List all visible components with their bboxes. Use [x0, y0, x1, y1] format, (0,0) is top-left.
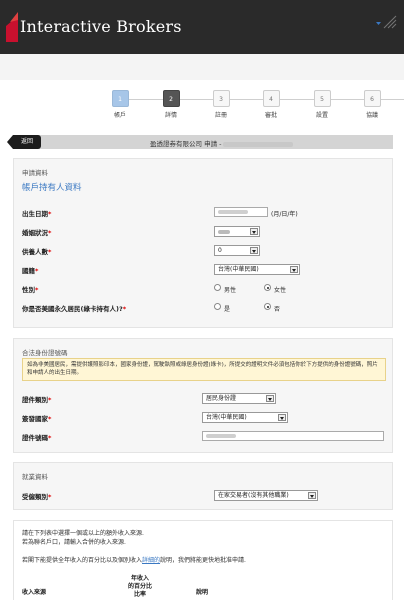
gender-female-radio[interactable] [264, 284, 271, 291]
step-6[interactable]: 6 協議 [352, 90, 392, 119]
step-label: 審批 [264, 112, 277, 119]
section-title: 就業資料 [22, 473, 48, 481]
form-title-text: 盈透證券有限公司 申請 - [150, 140, 222, 148]
marital-status-select[interactable] [214, 226, 260, 237]
issuing-country-select[interactable]: 台灣(中華民國) [202, 412, 288, 423]
chevron-down-icon [250, 228, 258, 235]
doc-type-select[interactable]: 居民身份證 [202, 393, 276, 404]
form-title: 盈透證券有限公司 申請 - [150, 138, 294, 148]
permanent-resident-label: 你是否美國永久居民(綠卡持有人)?* [22, 305, 127, 313]
dependents-label: 供養人數* [22, 248, 52, 256]
brand-name: Interactive Brokers [20, 17, 182, 36]
step-number: 4 [262, 90, 280, 107]
step-number: 3 [212, 90, 230, 107]
step-label: 詳情 [164, 112, 177, 119]
income-instruction-1: 請在下列表中選擇一個或以上的額外收入來源. [22, 530, 144, 537]
nationality-select[interactable]: 台灣(中華民國) [214, 264, 300, 275]
chevron-down-icon [266, 395, 274, 402]
applicant-section: 申請資料 帳戶持有人資料 出生日期* (月/日/年) 婚姻狀況* 供養人數* 0… [13, 158, 393, 328]
identity-notice: 如為非美國居民，需提供護照影印本，國家身份證，駕駛執照或綠居身份證(綠卡)，所提… [22, 358, 386, 381]
chevron-down-icon [250, 247, 258, 254]
step-3[interactable]: 3 註冊 [201, 90, 241, 119]
gender-male-label: 男性 [224, 287, 237, 294]
dob-input[interactable] [214, 207, 268, 217]
dob-format-hint: (月/日/年) [271, 211, 298, 218]
identity-section: 合法身份證號碼 如為非美國居民，需提供護照影印本，國家身份證，駕駛執照或綠居身份… [13, 338, 393, 453]
nationality-label: 國籍* [22, 267, 39, 275]
step-number: 6 [363, 90, 381, 107]
pr-yes-radio[interactable] [214, 303, 221, 310]
step-label: 協議 [365, 112, 378, 119]
section-title: 申請資料 [22, 169, 48, 177]
employment-section: 就業資料 受僱類別* 在家交易者(沒有其他職業) [13, 462, 393, 510]
menu-chevron-icon[interactable] [374, 10, 398, 30]
step-label: 設置 [315, 112, 328, 119]
issuing-country-label: 簽發國家* [22, 415, 52, 423]
back-button[interactable]: 返回 [7, 135, 41, 149]
chevron-down-icon [308, 492, 316, 499]
step-label: 註冊 [214, 112, 227, 119]
doc-number-input[interactable] [202, 431, 384, 441]
step-number: 1 [111, 90, 129, 107]
chevron-down-icon [290, 266, 298, 273]
main-content: 1 帳戶 2 詳情 3 註冊 4 審批 5 設置 6 協議 返回 盈透證券有限公… [0, 80, 404, 600]
gender-male-radio[interactable] [214, 284, 221, 291]
doc-type-label: 證件類別* [22, 396, 52, 404]
ib-logo-icon [6, 12, 18, 42]
top-spacer [0, 54, 404, 80]
details-link[interactable]: 詳細的 [142, 557, 160, 564]
dob-label: 出生日期* [22, 210, 52, 218]
step-number: 5 [313, 90, 331, 107]
employment-type-label: 受僱類別* [22, 493, 52, 501]
section-title: 合法身份證號碼 [22, 349, 68, 357]
step-2[interactable]: 2 詳情 [151, 90, 191, 119]
col-header-percent: 年收入 的百分比 比率 [127, 575, 152, 598]
income-section: 請在下列表中選擇一個或以上的額外收入來源. 若為聯名戶口，請輸入合併的收入來源.… [13, 520, 393, 600]
step-progress: 1 帳戶 2 詳情 3 註冊 4 審批 5 設置 6 協議 [110, 90, 404, 126]
doc-number-label: 證件號碼* [22, 434, 52, 442]
step-1[interactable]: 1 帳戶 [100, 90, 140, 119]
gender-female-label: 女性 [274, 287, 287, 294]
chevron-down-icon [278, 414, 286, 421]
col-header-description: 說明 [196, 589, 209, 596]
income-instruction-3: 若閣下能提供全年收入的百分比以及個別收入詳細的說明，我們將能更快地批准申請. [22, 557, 246, 564]
marital-status-label: 婚姻狀況* [22, 229, 52, 237]
pr-no-radio[interactable] [264, 303, 271, 310]
step-label: 帳戶 [113, 112, 126, 119]
top-bar: Interactive Brokers [0, 0, 404, 54]
dependents-select[interactable]: 0 [214, 245, 260, 256]
step-number: 2 [162, 90, 180, 107]
gender-label: 性別* [22, 286, 39, 294]
col-header-source: 收入來源 [22, 589, 47, 596]
employment-type-select[interactable]: 在家交易者(沒有其他職業) [214, 490, 318, 501]
step-5[interactable]: 5 設置 [302, 90, 342, 119]
income-instruction-2: 若為聯名戶口，請輸入合併的收入來源. [22, 539, 126, 546]
section-subtitle: 帳戶持有人資料 [22, 183, 82, 193]
pr-yes-label: 是 [224, 306, 231, 313]
redacted-account-id [223, 141, 294, 147]
pr-no-label: 否 [274, 306, 281, 313]
step-4[interactable]: 4 審批 [251, 90, 291, 119]
